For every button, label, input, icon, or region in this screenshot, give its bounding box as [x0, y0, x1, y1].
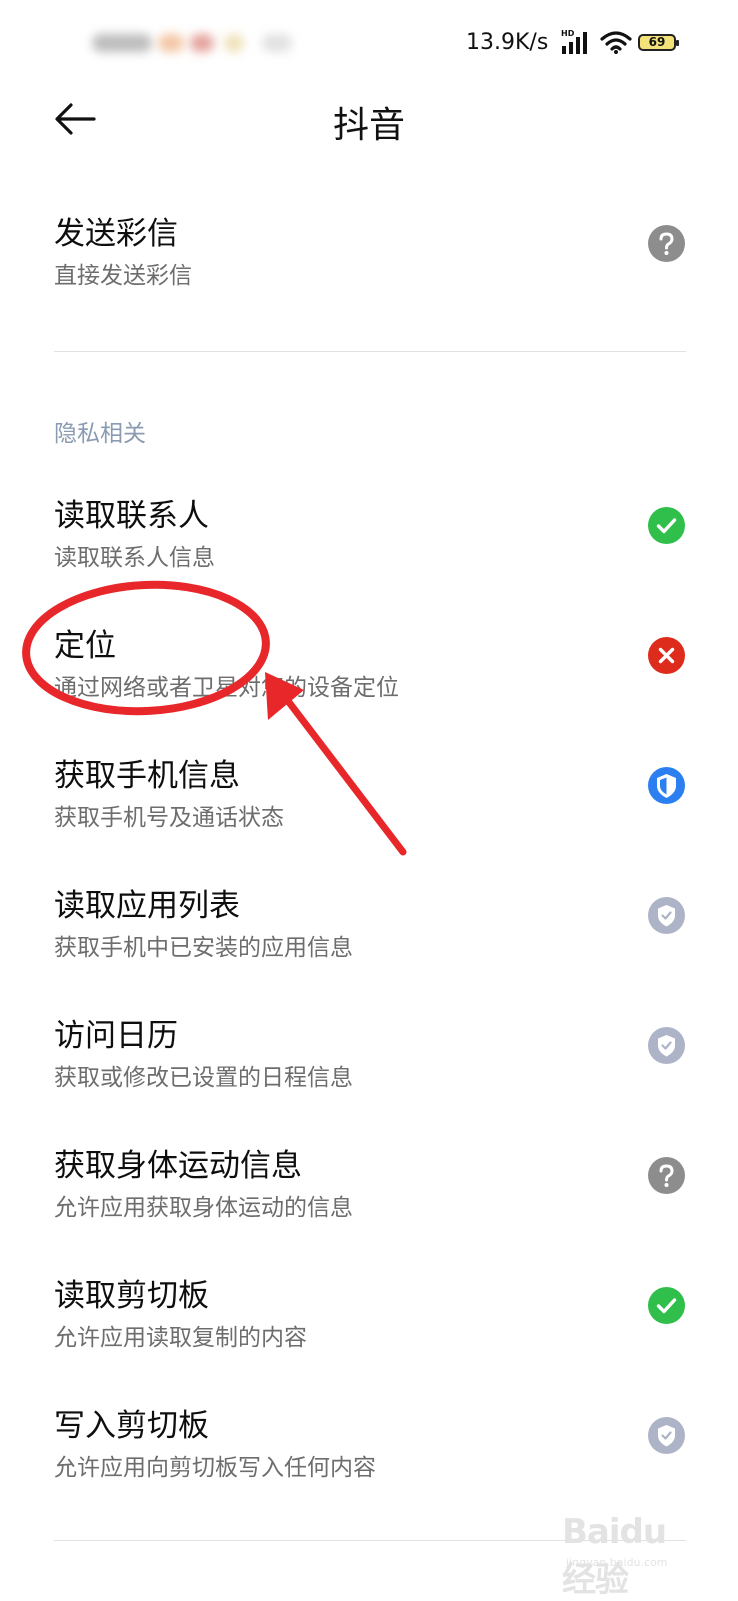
permission-row-read-clipboard[interactable]: 读取剪切板允许应用读取复制的内容: [0, 1270, 738, 1400]
status-bar: 13.9K/s HD 69: [0, 0, 738, 90]
hd-label: HD: [561, 29, 575, 38]
permission-title: 发送彩信: [54, 216, 178, 252]
network-speed: 13.9K/s: [466, 30, 549, 55]
app-header: 抖音: [0, 86, 738, 156]
permission-title: 读取应用列表: [54, 888, 240, 924]
permission-title: 获取手机信息: [54, 758, 240, 794]
permission-row-phone-info[interactable]: 获取手机信息获取手机号及通话状态: [0, 750, 738, 880]
permission-row-contacts[interactable]: 读取联系人读取联系人信息: [0, 490, 738, 620]
shield-check-icon[interactable]: [648, 1417, 685, 1454]
permission-desc: 允许应用读取复制的内容: [54, 1325, 307, 1351]
permission-desc: 获取或修改已设置的日程信息: [54, 1065, 353, 1091]
baidu-watermark: Baidu经验 jingyan.baidu.com: [562, 1512, 692, 1600]
permission-row-app-list[interactable]: 读取应用列表获取手机中已安装的应用信息: [0, 880, 738, 1010]
half-shield-icon[interactable]: [648, 767, 685, 804]
permission-title: 读取剪切板: [54, 1278, 209, 1314]
divider: [54, 351, 686, 352]
permission-title: 读取联系人: [54, 498, 209, 534]
battery-icon: 69: [638, 34, 679, 51]
permission-title: 访问日历: [54, 1018, 178, 1054]
permission-row-body-activity[interactable]: 获取身体运动信息允许应用获取身体运动的信息: [0, 1140, 738, 1270]
check-circle-icon[interactable]: [648, 507, 685, 544]
shield-check-icon[interactable]: [648, 897, 685, 934]
signal-icon: HD: [561, 29, 587, 54]
permission-desc: 允许应用获取身体运动的信息: [54, 1195, 353, 1221]
permission-row-write-clipboard[interactable]: 写入剪切板允许应用向剪切板写入任何内容: [0, 1400, 738, 1530]
permission-row-send-mms[interactable]: 发送彩信 直接发送彩信: [0, 208, 738, 338]
permission-desc: 读取联系人信息: [54, 545, 215, 571]
permission-title: 写入剪切板: [54, 1408, 209, 1444]
permission-title: 定位: [54, 628, 116, 664]
cross-circle-icon[interactable]: [648, 637, 685, 674]
permission-desc: 获取手机号及通话状态: [54, 805, 284, 831]
permission-desc: 允许应用向剪切板写入任何内容: [54, 1455, 376, 1481]
permission-desc: 通过网络或者卫星对您的设备定位: [54, 675, 399, 701]
battery-level: 69: [648, 35, 666, 49]
wifi-icon: [600, 31, 632, 54]
shield-check-icon[interactable]: [648, 1027, 685, 1064]
section-header-privacy: 隐私相关: [54, 421, 146, 447]
permission-desc: 获取手机中已安装的应用信息: [54, 935, 353, 961]
check-circle-icon[interactable]: [648, 1287, 685, 1324]
permission-desc: 直接发送彩信: [54, 263, 192, 289]
page-title: 抖音: [332, 105, 405, 146]
permission-row-calendar[interactable]: 访问日历获取或修改已设置的日程信息: [0, 1010, 738, 1140]
permission-title: 获取身体运动信息: [54, 1148, 302, 1184]
permission-row-location[interactable]: 定位通过网络或者卫星对您的设备定位: [0, 620, 738, 750]
question-circle-icon[interactable]: [648, 1157, 685, 1194]
notification-icons-blurred: [92, 30, 302, 56]
question-circle-icon[interactable]: [648, 225, 685, 262]
watermark-site: jingyan.baidu.com: [566, 1556, 668, 1569]
